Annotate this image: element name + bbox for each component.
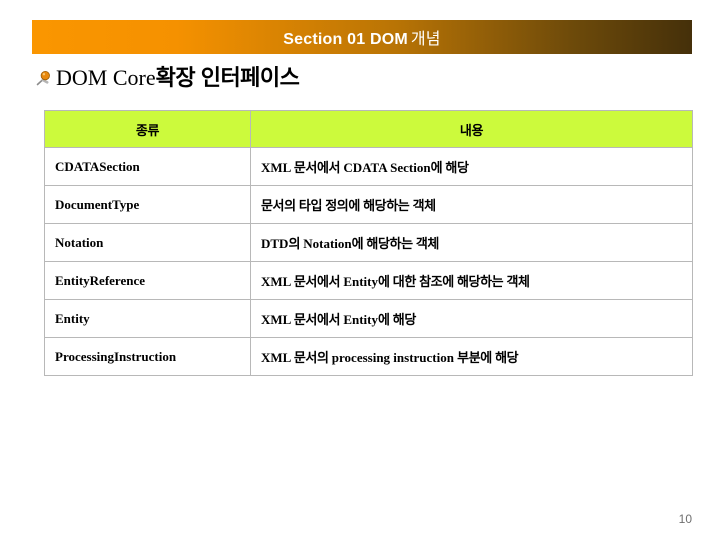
cell-desc-latin-1: XML: [261, 274, 294, 289]
cell-kind: Notation: [44, 223, 251, 262]
cell-desc-latin-1: XML: [261, 350, 294, 365]
table-row: EntityReference XML 문서에서 Entity에 대한 참조에 …: [44, 261, 693, 300]
slide-heading-text: DOM Core확장 인터페이스: [56, 65, 300, 90]
cell-kind: CDATASection: [44, 147, 251, 186]
cell-desc-latin-2: Entity: [343, 274, 378, 289]
cell-desc-kr-1: 의: [288, 236, 304, 251]
section-banner-title-kr: 개념: [410, 31, 441, 48]
table-row: Notation DTD의 Notation에 해당하는 객체: [44, 223, 693, 262]
table-header-row: 종류 내용: [44, 110, 693, 148]
page-number: 10: [678, 512, 692, 526]
slide-heading: DOM Core확장 인터페이스: [34, 63, 300, 93]
cell-desc-kr-1: 문서의 타입 정의에 해당하는 객체: [261, 198, 436, 213]
table-row: DocumentType 문서의 타입 정의에 해당하는 객체: [44, 185, 693, 224]
cell-desc: XML 문서에서 Entity에 해당: [250, 299, 693, 338]
cell-desc-latin-1: XML: [261, 160, 294, 175]
table-row: CDATASection XML 문서에서 CDATA Section에 해당: [44, 147, 693, 186]
cell-desc-kr-1: 문서에서: [293, 274, 344, 289]
cell-kind: EntityReference: [44, 261, 251, 300]
column-header-desc: 내용: [250, 110, 693, 148]
cell-kind: DocumentType: [44, 185, 251, 224]
column-header-kind: 종류: [44, 110, 251, 148]
cell-desc: XML 문서에서 CDATA Section에 해당: [250, 147, 693, 186]
cell-desc-latin-2: Entity: [343, 312, 378, 327]
cell-desc-latin-2: processing instruction: [331, 350, 454, 365]
cell-desc: 문서의 타입 정의에 해당하는 객체: [250, 185, 693, 224]
cell-desc: DTD의 Notation에 해당하는 객체: [250, 223, 693, 262]
cell-desc-kr-2: 에 대한 참조에 해당하는 객체: [378, 274, 530, 289]
cell-desc-kr-2: 에 해당: [430, 160, 469, 175]
cell-desc-kr-1: 문서의: [293, 350, 332, 365]
cell-desc-latin-1: DTD: [261, 236, 289, 251]
section-banner-title: Section 01 DOM 개념: [283, 25, 440, 49]
dom-core-interfaces-table: 종류 내용 CDATASection XML 문서에서 CDATA Sectio…: [44, 110, 693, 376]
table-body: CDATASection XML 문서에서 CDATA Section에 해당 …: [44, 147, 693, 376]
cell-kind: ProcessingInstruction: [44, 337, 251, 376]
cell-desc-latin-2: Notation: [303, 236, 352, 251]
cell-desc-kr-1: 문서에서: [293, 312, 344, 327]
section-banner-title-latin: Section 01 DOM: [283, 31, 408, 48]
cell-desc-kr-2: 에 해당하는 객체: [351, 236, 440, 251]
cell-desc-latin-1: XML: [261, 312, 294, 327]
cell-kind: Entity: [44, 299, 251, 338]
table-row: Entity XML 문서에서 Entity에 해당: [44, 299, 693, 338]
slide-heading-latin: DOM Core: [56, 65, 156, 90]
slide-heading-kr: 확장 인터페이스: [155, 65, 300, 90]
pushpin-icon: [34, 68, 54, 88]
cell-desc: XML 문서에서 Entity에 대한 참조에 해당하는 객체: [250, 261, 693, 300]
cell-desc-kr-2: 에 해당: [378, 312, 416, 327]
cell-desc-kr-1: 문서에서: [293, 160, 344, 175]
cell-desc-latin-2: CDATA Section: [343, 160, 431, 175]
cell-desc: XML 문서의 processing instruction 부분에 해당: [250, 337, 693, 376]
cell-desc-kr-2: 부분에 해당: [453, 350, 519, 365]
table-row: ProcessingInstruction XML 문서의 processing…: [44, 337, 693, 376]
section-banner: Section 01 DOM 개념: [32, 20, 692, 54]
